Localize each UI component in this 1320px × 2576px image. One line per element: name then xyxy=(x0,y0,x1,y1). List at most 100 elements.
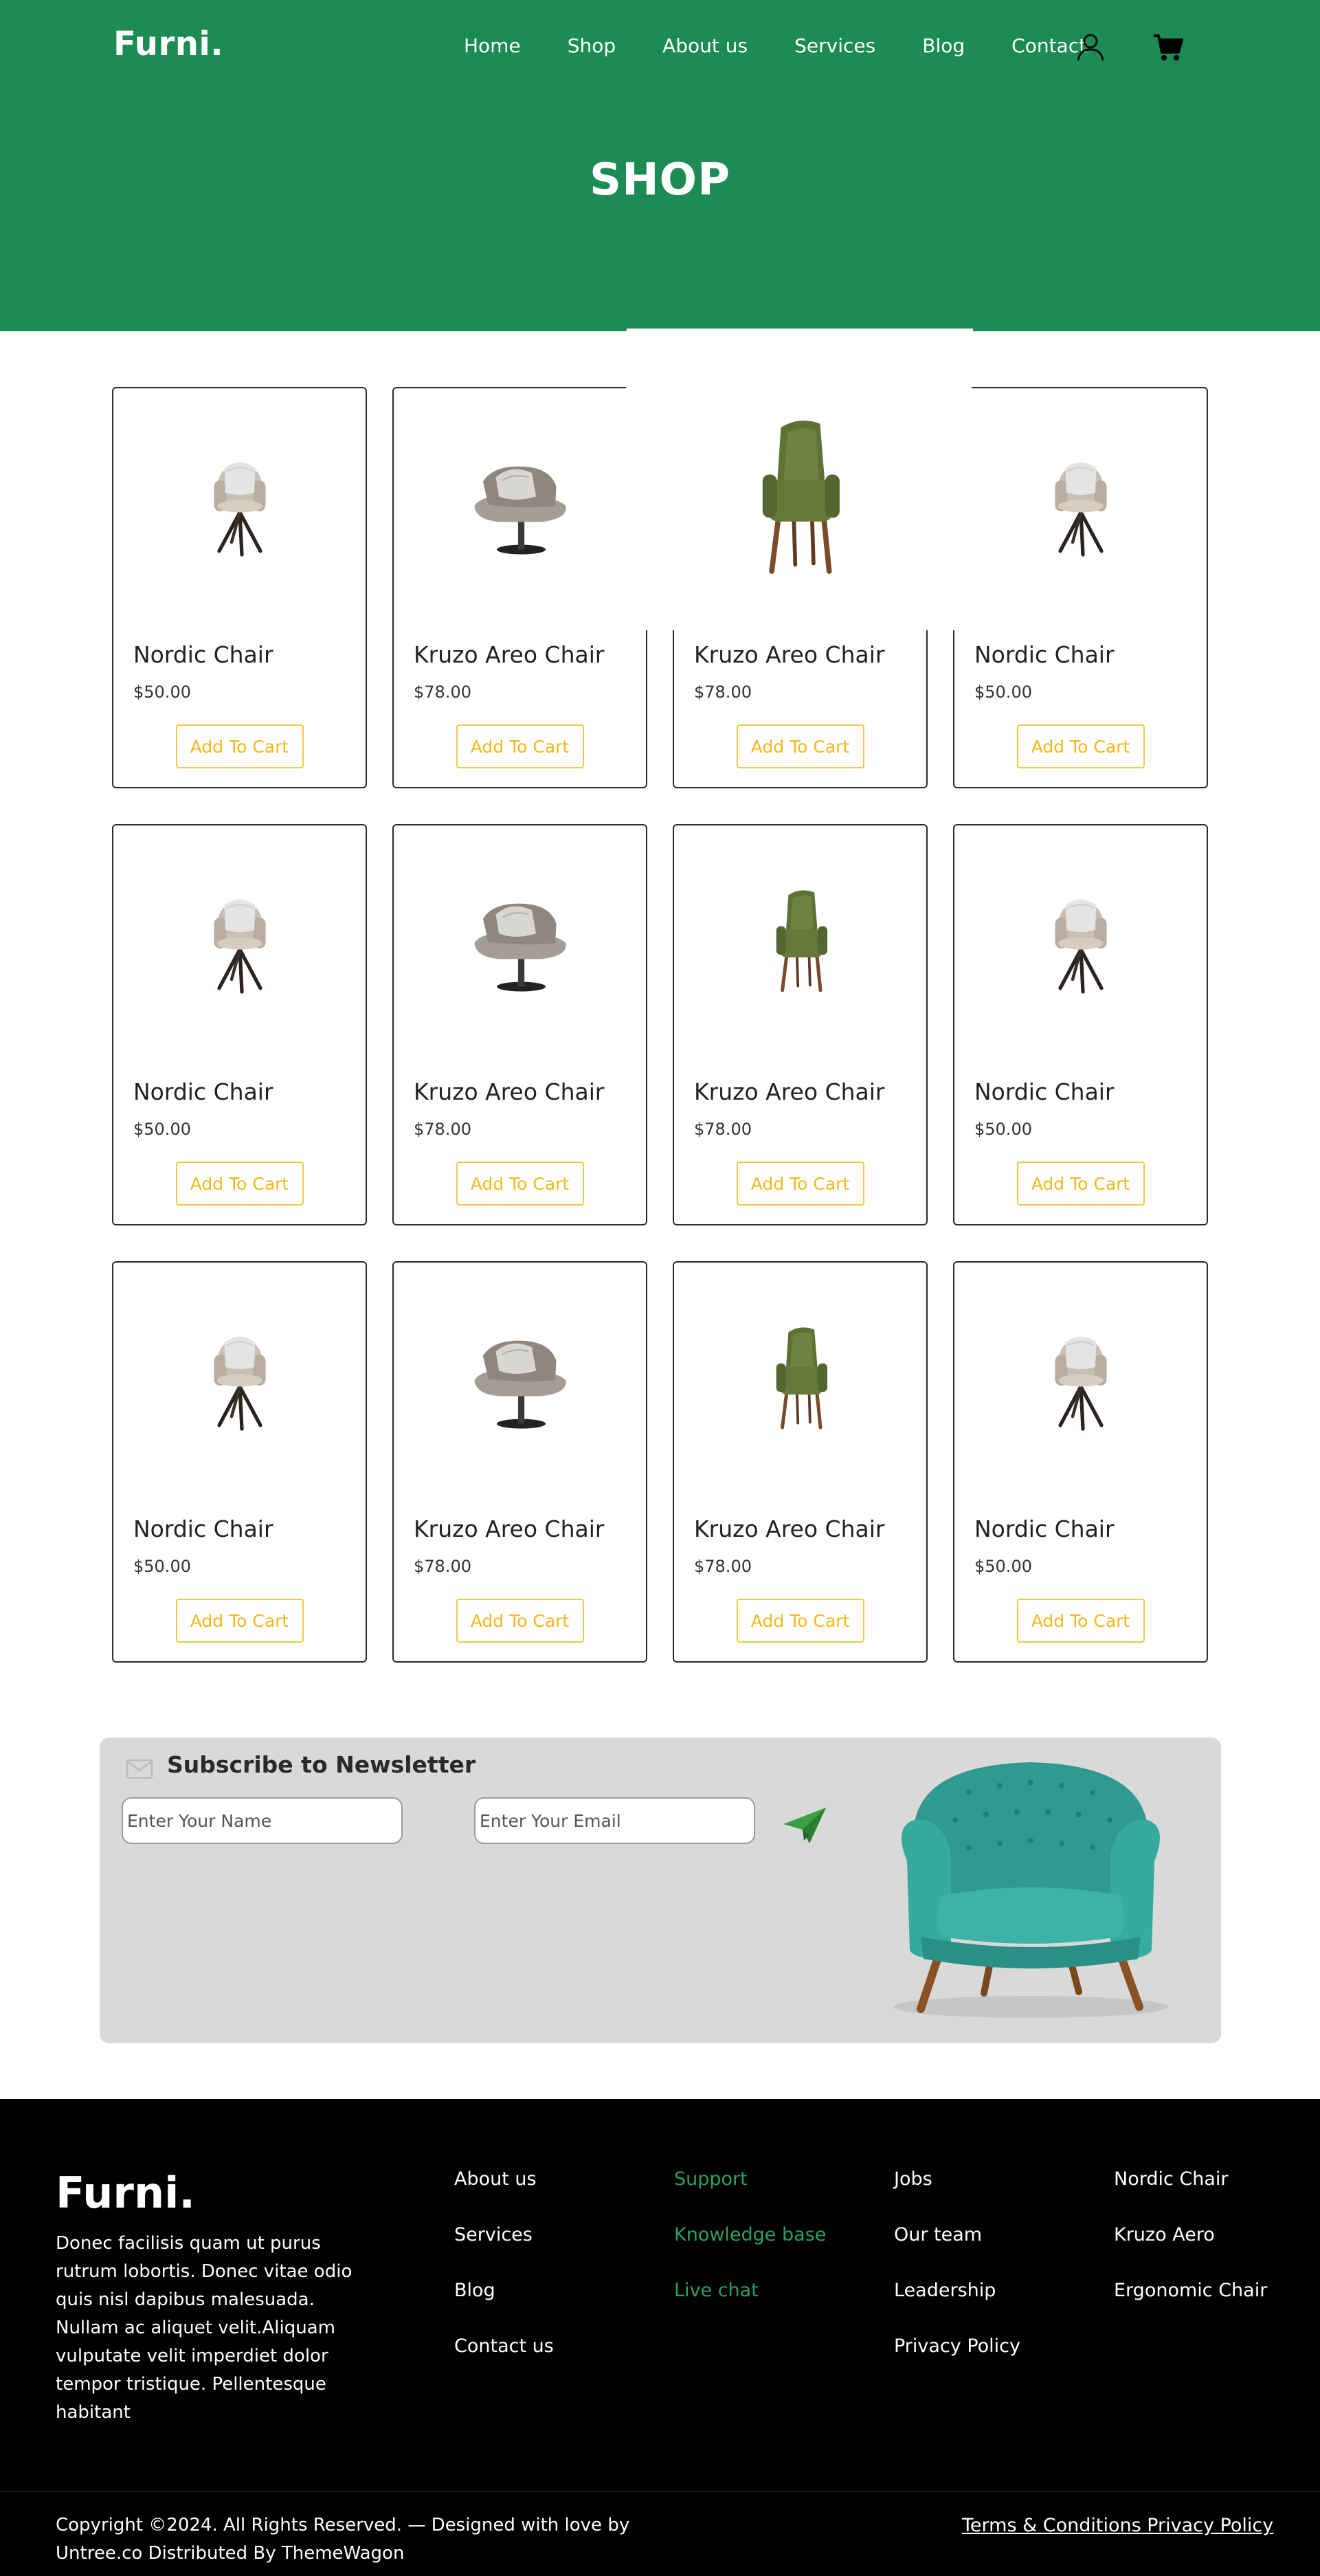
newsletter-title: Subscribe to Newsletter xyxy=(167,1751,476,1778)
product-card[interactable]: Kruzo Areo Chair $78.00 Add To Cart xyxy=(673,1261,928,1663)
footer-link-about-us[interactable]: About us xyxy=(454,2168,554,2223)
site-footer: Furni. Donec facilisis quam ut purus rut… xyxy=(0,2099,1320,2576)
footer-copyright: Copyright ©2024. All Rights Reserved. — … xyxy=(56,2515,630,2564)
footer-link-contact-us[interactable]: Contact us xyxy=(454,2335,554,2390)
nordic-chair-image[interactable] xyxy=(954,825,1207,1052)
page-title: SHOP xyxy=(590,155,730,206)
site-logo[interactable]: Furni. xyxy=(113,25,223,63)
footer-link-ergonomic-chair[interactable]: Ergonomic Chair xyxy=(1114,2279,1267,2335)
paper-plane-icon[interactable] xyxy=(782,1805,827,1846)
product-price: $50.00 xyxy=(974,1557,1032,1576)
nordic-chair-image[interactable] xyxy=(113,388,366,615)
product-name[interactable]: Nordic Chair xyxy=(133,1078,273,1105)
product-price: $78.00 xyxy=(414,682,471,702)
footer-link-jobs[interactable]: Jobs xyxy=(894,2168,1020,2223)
footer-link-nordic-chair[interactable]: Nordic Chair xyxy=(1114,2168,1267,2223)
product-card[interactable]: Kruzo Areo Chair $78.00 Add To Cart xyxy=(673,824,928,1225)
product-card[interactable]: Nordic Chair $50.00 Add To Cart xyxy=(953,387,1208,788)
footer-links-careers: Jobs Our team Leadership Privacy Policy xyxy=(894,2168,1020,2390)
newsletter-section: Subscribe to Newsletter xyxy=(100,1737,1221,2043)
product-card[interactable]: Kruzo Areo Chair $78.00 Add To Cart xyxy=(626,331,972,788)
footer-link-support[interactable]: Support xyxy=(674,2168,826,2223)
product-price: $50.00 xyxy=(133,1120,191,1139)
product-card[interactable]: Kruzo Areo Chair $78.00 Add To Cart xyxy=(392,387,647,788)
nav-blog[interactable]: Blog xyxy=(922,34,965,57)
product-name[interactable]: Kruzo Areo Chair xyxy=(414,641,604,668)
add-to-cart-button[interactable]: Add To Cart xyxy=(175,724,304,768)
footer-link-live-chat[interactable]: Live chat xyxy=(674,2279,826,2335)
add-to-cart-button[interactable]: Add To Cart xyxy=(456,1599,584,1643)
product-name[interactable]: Nordic Chair xyxy=(133,641,273,668)
kruzo-swivel-chair-image[interactable] xyxy=(394,825,646,1052)
add-to-cart-button[interactable]: Add To Cart xyxy=(456,724,584,768)
product-price: $50.00 xyxy=(133,682,191,702)
product-price: $50.00 xyxy=(974,682,1032,702)
footer-link-kruzo-aero[interactable]: Kruzo Aero xyxy=(1114,2223,1267,2279)
green-dining-chair-image[interactable] xyxy=(674,825,926,1052)
add-to-cart-button[interactable]: Add To Cart xyxy=(175,1599,304,1643)
main-nav: Home Shop About us Services Blog Contact xyxy=(464,34,1133,57)
product-name[interactable]: Kruzo Areo Chair xyxy=(414,1078,604,1105)
footer-link-blog[interactable]: Blog xyxy=(454,2279,554,2335)
add-to-cart-button[interactable]: Add To Cart xyxy=(1016,1162,1145,1206)
nav-services[interactable]: Services xyxy=(794,34,875,57)
add-to-cart-button[interactable]: Add To Cart xyxy=(736,724,864,768)
nav-shop[interactable]: Shop xyxy=(568,34,616,57)
product-card[interactable]: Nordic Chair $50.00 Add To Cart xyxy=(112,1261,367,1663)
product-price: $50.00 xyxy=(974,1120,1032,1139)
teal-armchair-image xyxy=(893,1762,1168,2018)
nav-about-us[interactable]: About us xyxy=(662,34,748,57)
product-name[interactable]: Kruzo Areo Chair xyxy=(414,1515,604,1542)
nordic-chair-image[interactable] xyxy=(954,1263,1207,1489)
green-dining-chair-image[interactable] xyxy=(674,1263,926,1489)
product-name[interactable]: Nordic Chair xyxy=(974,641,1115,668)
product-name[interactable]: Nordic Chair xyxy=(133,1515,273,1542)
product-price: $50.00 xyxy=(133,1557,191,1576)
nordic-chair-image[interactable] xyxy=(113,1263,366,1489)
footer-description: Donec facilisis quam ut purus rutrum lob… xyxy=(56,2233,353,2423)
kruzo-swivel-chair-image[interactable] xyxy=(394,388,646,615)
product-card[interactable]: Kruzo Areo Chair $78.00 Add To Cart xyxy=(392,1261,647,1663)
mail-icon xyxy=(126,1759,153,1779)
product-card[interactable]: Kruzo Areo Chair $78.00 Add To Cart xyxy=(392,824,647,1225)
product-name[interactable]: Nordic Chair xyxy=(974,1515,1115,1542)
cart-icon[interactable] xyxy=(1151,30,1184,63)
footer-link-leadership[interactable]: Leadership xyxy=(894,2279,1020,2335)
product-grid: Nordic Chair $50.00 Add To Cart Kruzo Ar… xyxy=(112,331,1208,1663)
site-header: Furni. Home Shop About us Services Blog … xyxy=(0,0,1320,331)
email-input[interactable] xyxy=(474,1797,755,1844)
user-icon[interactable] xyxy=(1074,30,1107,63)
footer-links-products: Nordic Chair Kruzo Aero Ergonomic Chair xyxy=(1114,2168,1267,2335)
add-to-cart-button[interactable]: Add To Cart xyxy=(736,1162,864,1206)
footer-links-support: Support Knowledge base Live chat xyxy=(674,2168,826,2335)
product-price: $78.00 xyxy=(694,1557,752,1576)
add-to-cart-button[interactable]: Add To Cart xyxy=(736,1599,864,1643)
kruzo-swivel-chair-image[interactable] xyxy=(394,1263,646,1489)
product-name[interactable]: Kruzo Areo Chair xyxy=(694,641,884,668)
product-card[interactable]: Nordic Chair $50.00 Add To Cart xyxy=(112,387,367,788)
product-price: $78.00 xyxy=(694,682,752,702)
product-name[interactable]: Nordic Chair xyxy=(974,1078,1115,1105)
footer-legal-links[interactable]: Terms & Conditions Privacy Policy xyxy=(962,2511,1273,2540)
product-card[interactable]: Nordic Chair $50.00 Add To Cart xyxy=(953,1261,1208,1663)
add-to-cart-button[interactable]: Add To Cart xyxy=(175,1162,304,1206)
footer-link-our-team[interactable]: Our team xyxy=(894,2223,1020,2279)
footer-links-company: About us Services Blog Contact us xyxy=(454,2168,554,2390)
nordic-chair-image[interactable] xyxy=(113,825,366,1052)
product-name[interactable]: Kruzo Areo Chair xyxy=(694,1515,884,1542)
footer-logo[interactable]: Furni. xyxy=(56,2168,195,2218)
footer-link-privacy-policy[interactable]: Privacy Policy xyxy=(894,2335,1020,2390)
add-to-cart-button[interactable]: Add To Cart xyxy=(1016,1599,1145,1643)
product-price: $78.00 xyxy=(414,1557,471,1576)
green-dining-chair-image[interactable] xyxy=(626,331,972,630)
nordic-chair-image[interactable] xyxy=(954,388,1207,615)
footer-link-services[interactable]: Services xyxy=(454,2223,554,2279)
add-to-cart-button[interactable]: Add To Cart xyxy=(456,1162,584,1206)
product-card[interactable]: Nordic Chair $50.00 Add To Cart xyxy=(953,824,1208,1225)
product-name[interactable]: Kruzo Areo Chair xyxy=(694,1078,884,1105)
nav-home[interactable]: Home xyxy=(464,34,521,57)
footer-link-knowledge-base[interactable]: Knowledge base xyxy=(674,2223,826,2279)
product-card[interactable]: Nordic Chair $50.00 Add To Cart xyxy=(112,824,367,1225)
name-input[interactable] xyxy=(122,1797,403,1844)
add-to-cart-button[interactable]: Add To Cart xyxy=(1016,724,1145,768)
